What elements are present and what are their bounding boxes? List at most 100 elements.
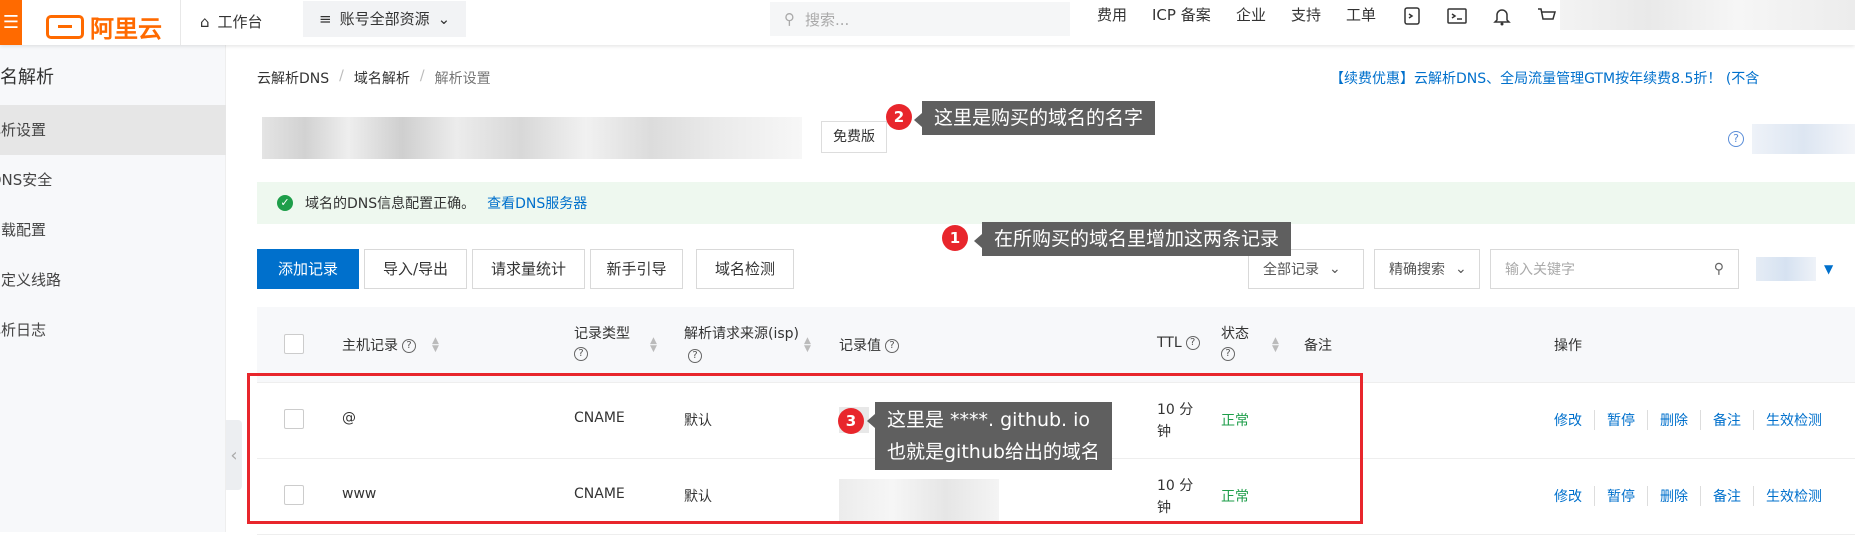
th-host-label: 主机记录: [342, 338, 398, 354]
domain-name-redacted: [262, 117, 802, 159]
th-ttl-label: TTL: [1157, 335, 1182, 351]
logo-text: 阿里云: [90, 15, 162, 43]
chevron-down-icon: ⌄: [1329, 261, 1341, 277]
cart-icon[interactable]: [1535, 4, 1559, 28]
search-icon[interactable]: ⚲: [1714, 261, 1724, 277]
help-icon[interactable]: ?: [1185, 336, 1200, 350]
search-mode-select[interactable]: 精确搜索 ⌄: [1374, 249, 1480, 289]
import-export-button[interactable]: 导入/导出: [364, 249, 467, 289]
th-type-label: 记录类型: [574, 326, 630, 342]
redacted-advanced-search: [1756, 257, 1816, 281]
th-type: 记录类型?: [574, 323, 644, 361]
help-icon[interactable]: ?: [402, 339, 416, 353]
sidebar-item-resolve-log[interactable]: 解析日志: [0, 305, 226, 355]
help-icon[interactable]: ?: [1221, 347, 1235, 361]
stack-icon: ≡: [319, 9, 332, 28]
breadcrumb: 云解析DNS / 域名解析 / 解析设置: [257, 68, 491, 88]
bell-icon[interactable]: [1490, 4, 1514, 28]
verify-link[interactable]: 生效检测: [1754, 410, 1834, 430]
edit-link[interactable]: 修改: [1554, 410, 1595, 430]
nav-fees[interactable]: 费用: [1097, 0, 1127, 30]
nav-enterprise[interactable]: 企业: [1236, 0, 1266, 30]
aliyun-logo[interactable]: 阿里云: [46, 9, 162, 44]
sort-icon[interactable]: ▲ ▼: [432, 337, 439, 354]
sidebar-item-resolve-settings[interactable]: 解析设置: [0, 105, 226, 155]
records-table-header: 主机记录? ▲ ▼ 记录类型? ▲ ▼ 解析请求来源(isp)? ▲ ▼ 记录值? T…: [257, 307, 1855, 383]
breadcrumb-current: 解析设置: [434, 71, 491, 87]
sort-icon[interactable]: ▲ ▼: [1272, 337, 1279, 354]
add-record-button[interactable]: 添加记录: [257, 249, 359, 289]
view-dns-servers-link[interactable]: 查看DNS服务器: [487, 193, 587, 213]
free-edition-badge: 免费版: [821, 121, 887, 153]
annotation-number: 1: [942, 225, 968, 251]
domain-check-button[interactable]: 域名检测: [696, 249, 794, 289]
chevron-left-icon: ‹: [230, 444, 238, 466]
sidebar: 域名解析 解析设置 DNS安全 负载配置 自定义线路 解析日志: [0, 45, 226, 532]
annotation-tip-2: 这里是购买的域名的名字: [913, 101, 1156, 135]
nav-ticket[interactable]: 工单: [1346, 0, 1376, 30]
th-host: 主机记录?: [342, 335, 416, 355]
th-status: 状态?: [1221, 323, 1249, 361]
annotation-tip-3-line1: 这里是 ****. github. io: [887, 409, 1091, 431]
request-stats-button[interactable]: 请求量统计: [472, 249, 585, 289]
sort-icon[interactable]: ▲ ▼: [650, 337, 657, 354]
help-icon[interactable]: ?: [574, 347, 588, 361]
sidebar-collapse-handle[interactable]: ‹: [226, 420, 242, 490]
account-resources-dropdown[interactable]: ≡ 账号全部资源 ⌄: [303, 0, 467, 41]
delete-link[interactable]: 删除: [1648, 486, 1701, 506]
sidebar-item-label: 解析日志: [0, 321, 47, 339]
sidebar-item-dns-security[interactable]: DNS安全: [0, 155, 226, 205]
cloud-shell-icon[interactable]: [1400, 4, 1424, 28]
select-all-checkbox[interactable]: [284, 334, 304, 354]
global-search-input[interactable]: ⚲ 搜索...: [770, 2, 1070, 36]
keyword-input[interactable]: 输入关键字 ⚲: [1490, 249, 1739, 289]
th-source: 解析请求来源(isp)?: [684, 323, 804, 367]
nav-support[interactable]: 支持: [1291, 0, 1321, 30]
help-icon[interactable]: ?: [885, 339, 899, 353]
edit-link[interactable]: 修改: [1554, 486, 1595, 506]
search-icon: ⚲: [784, 10, 795, 28]
remark-link[interactable]: 备注: [1701, 410, 1754, 430]
terminal-icon[interactable]: [1445, 4, 1469, 28]
annotation-tip-1: 在所购买的域名里增加这两条记录: [973, 222, 1292, 256]
th-status-label: 状态: [1221, 326, 1249, 342]
check-circle-icon: ✓: [277, 195, 293, 211]
th-source-label: 解析请求来源(isp): [684, 326, 799, 342]
sidebar-item-label: 自定义线路: [0, 271, 62, 289]
th-value-label: 记录值: [839, 338, 881, 354]
highlight-box: [247, 373, 1363, 524]
breadcrumb-separator: /: [339, 68, 344, 84]
chevron-down-icon: ⌄: [437, 9, 451, 28]
caret-down-icon[interactable]: ▼: [1824, 262, 1833, 276]
nav-icp[interactable]: ICP 备案: [1152, 0, 1211, 30]
annotation-number: 2: [886, 104, 912, 130]
help-icon[interactable]: ?: [1728, 131, 1744, 147]
annotation-number: 3: [838, 408, 864, 434]
th-ops: 操作: [1554, 338, 1582, 354]
th-ttl: TTL?: [1157, 335, 1200, 351]
remark-link[interactable]: 备注: [1701, 486, 1754, 506]
record-filter-value: 全部记录: [1263, 262, 1319, 278]
sort-icon[interactable]: ▲ ▼: [804, 337, 811, 354]
sidebar-item-load-config[interactable]: 负载配置: [0, 205, 226, 255]
redacted-help-link: [1752, 124, 1855, 154]
workbench-button[interactable]: ⌂ 工作台: [200, 0, 263, 45]
annotation-tip-3-line2: 也就是github给出的域名: [887, 441, 1100, 463]
sidebar-item-custom-line[interactable]: 自定义线路: [0, 255, 226, 305]
help-icon[interactable]: ?: [688, 349, 702, 363]
menu-icon[interactable]: ☰: [0, 0, 22, 45]
sidebar-title: 域名解析: [0, 67, 54, 88]
breadcrumb-cloud-dns[interactable]: 云解析DNS: [257, 68, 329, 88]
renewal-promo-link[interactable]: 【续费优惠】云解析DNS、全局流量管理GTM按年续费8.5折！ (不含: [1330, 68, 1759, 88]
verify-link[interactable]: 生效检测: [1754, 486, 1834, 506]
delete-link[interactable]: 删除: [1648, 410, 1701, 430]
row-actions: 修改 暂停 删除 备注 生效检测: [1554, 410, 1834, 430]
th-remark: 备注: [1304, 338, 1332, 354]
newbie-guide-button[interactable]: 新手引导: [590, 249, 683, 289]
pause-link[interactable]: 暂停: [1595, 486, 1648, 506]
breadcrumb-separator: /: [419, 68, 425, 84]
divider: [180, 0, 181, 45]
pause-link[interactable]: 暂停: [1595, 410, 1648, 430]
breadcrumb-domain-resolve[interactable]: 域名解析: [354, 68, 410, 88]
search-placeholder: 搜索...: [805, 10, 850, 29]
